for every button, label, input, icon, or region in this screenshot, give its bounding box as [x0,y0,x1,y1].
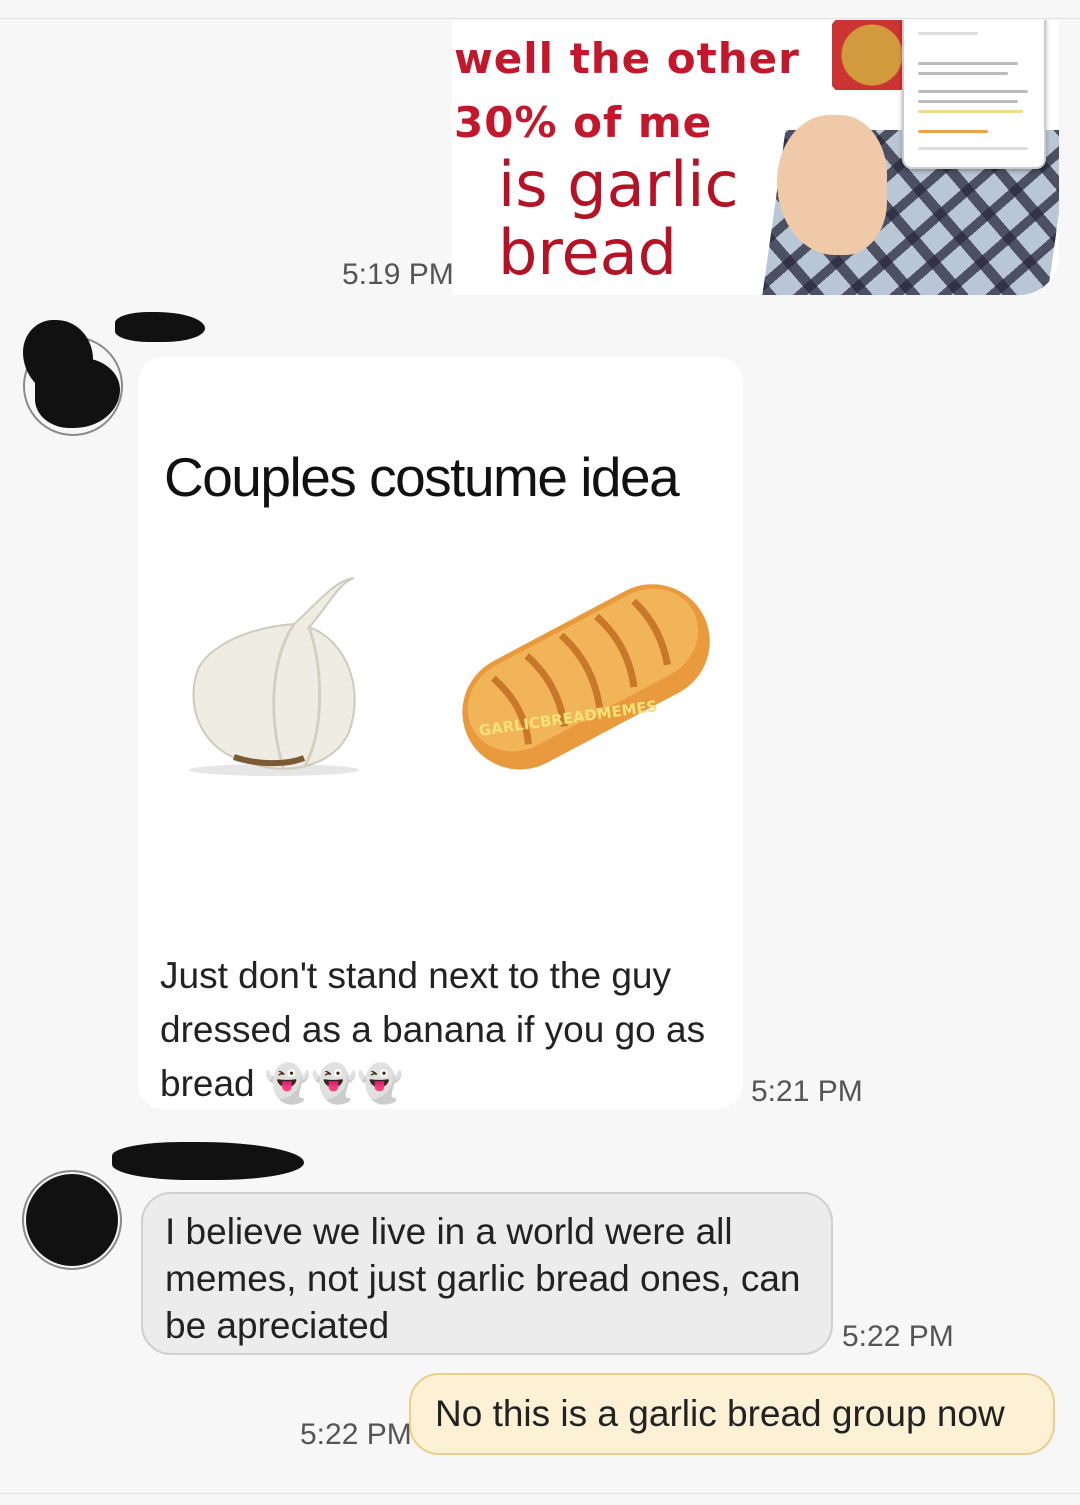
bread-image: GARLICBREADMEMES [462,584,710,770]
garlic-image [189,577,359,776]
avatar[interactable] [23,320,123,436]
message-timestamp: 5:21 PM [751,1075,863,1108]
avatar[interactable] [22,1170,122,1270]
sent-image-message[interactable]: well the other 30% of me is garlic bread [452,20,1059,295]
meme-line-1: well the other [454,34,800,83]
bottom-divider [0,1493,1080,1494]
meme-line-4: bread [498,216,677,289]
screenshot-thumbnail [902,20,1046,169]
received-text-bubble[interactable]: I believe we live in a world were all me… [141,1192,833,1355]
top-divider [0,18,1080,19]
message-timestamp: 5:22 PM [300,1418,412,1451]
sent-text-bubble[interactable]: No this is a garlic bread group now [409,1373,1055,1455]
meme-line-3: is garlic [498,148,739,221]
message-timestamp: 5:22 PM [842,1320,954,1353]
message-text: No this is a garlic bread group now [435,1393,1005,1434]
meme-line-2: 30% of me [454,98,713,147]
hand-photo [777,115,887,255]
meme-title: Couples costume idea [164,446,680,508]
redacted-sender-name [112,1142,304,1180]
message-text: I believe we live in a world were all me… [165,1211,801,1346]
received-image-message[interactable]: Couples costume idea GARLICBREADMEMES Ju… [138,357,743,1109]
message-timestamp: 5:19 PM [342,258,454,291]
meme-caption: Just don't stand next to the guy dressed… [160,955,706,1104]
redacted-sender-name [115,312,205,342]
